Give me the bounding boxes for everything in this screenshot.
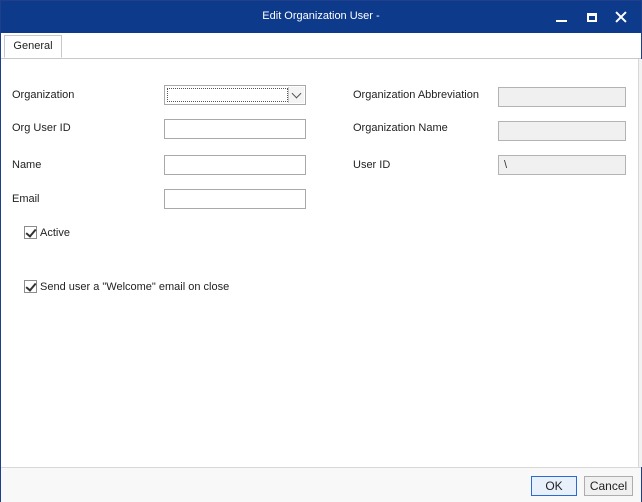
dialog-window: Edit Organization User - General Organiz… — [0, 0, 642, 502]
dropdown-button[interactable] — [288, 87, 304, 103]
org-abbreviation-label: Organization Abbreviation — [353, 89, 479, 101]
active-checkbox[interactable] — [24, 226, 37, 239]
name-field[interactable] — [164, 155, 306, 175]
org-name-field[interactable] — [498, 121, 626, 141]
org-name-label: Organization Name — [353, 122, 448, 134]
window-title: Edit Organization User - — [262, 10, 380, 22]
close-icon — [615, 11, 627, 23]
org-user-id-field[interactable] — [164, 119, 306, 139]
welcome-email-label[interactable]: Send user a "Welcome" email on close — [40, 281, 229, 293]
scroll-edge — [638, 59, 642, 467]
organization-dropdown[interactable] — [164, 85, 306, 105]
title-bar[interactable]: Edit Organization User - — [1, 1, 641, 33]
ok-button[interactable]: OK — [531, 476, 577, 496]
user-id-label: User ID — [353, 159, 391, 171]
maximize-button[interactable] — [581, 7, 603, 27]
tab-strip: General — [1, 33, 641, 59]
organization-dropdown-value — [167, 88, 288, 102]
email-label: Email — [12, 193, 40, 205]
close-button[interactable] — [610, 7, 632, 27]
maximize-icon — [587, 12, 597, 22]
name-label: Name — [12, 159, 42, 171]
cancel-button[interactable]: Cancel — [584, 476, 633, 496]
org-user-id-label: Org User ID — [12, 122, 71, 134]
tab-general[interactable]: General — [4, 35, 62, 58]
form-area: Organization Org User ID Name Email Acti… — [1, 59, 639, 467]
org-abbreviation-field[interactable] — [498, 87, 626, 107]
chevron-down-icon — [291, 88, 302, 99]
checkmark-icon — [25, 280, 37, 292]
dialog-footer: OK Cancel — [1, 467, 641, 502]
minimize-button[interactable] — [550, 7, 572, 27]
email-field[interactable] — [164, 189, 306, 209]
welcome-email-checkbox[interactable] — [24, 280, 37, 293]
organization-label: Organization — [12, 89, 75, 101]
user-id-field[interactable]: \ — [498, 155, 626, 175]
active-label[interactable]: Active — [40, 227, 70, 239]
checkmark-icon — [25, 226, 37, 238]
minimize-icon — [555, 20, 567, 22]
